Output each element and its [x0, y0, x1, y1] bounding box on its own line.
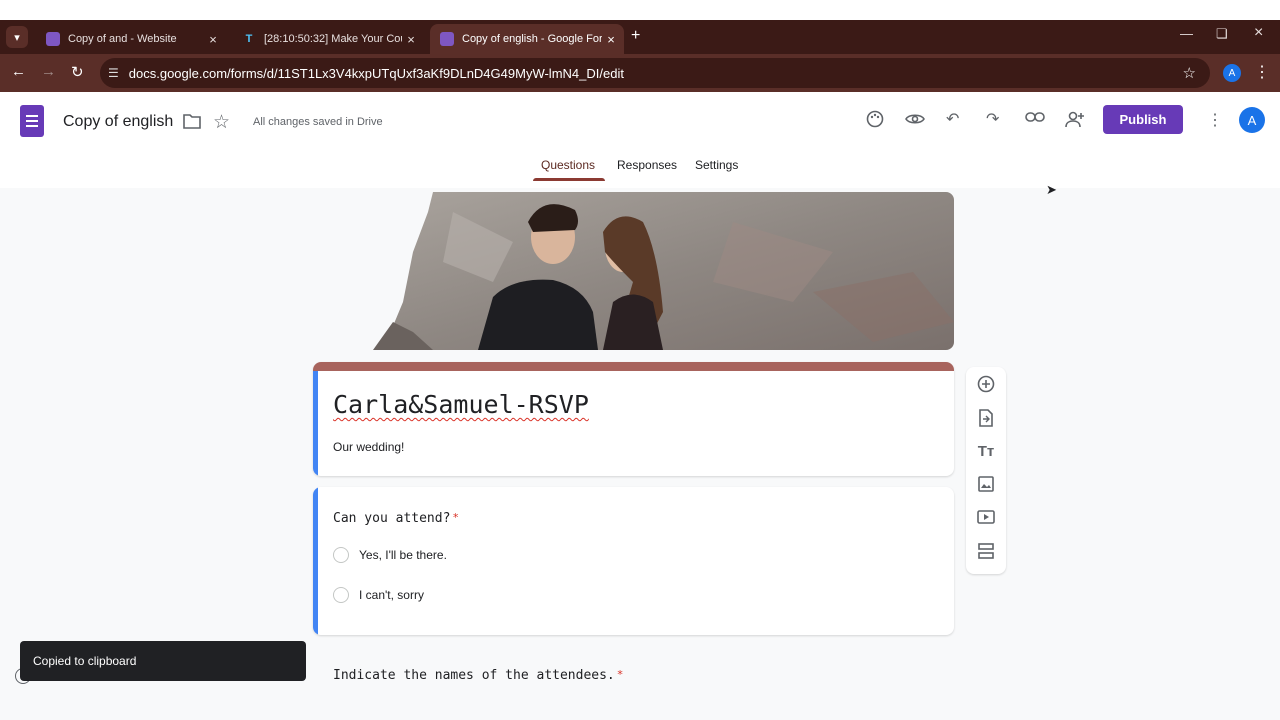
- option-label: Yes, I'll be there.: [359, 548, 447, 562]
- tab-title: [28:10:50:32] Make Your Countdown: [264, 33, 402, 45]
- add-image-icon[interactable]: [976, 474, 996, 494]
- browser-tab[interactable]: T [28:10:50:32] Make Your Countdown ×: [232, 24, 424, 54]
- url-bar[interactable]: ☰ docs.google.com/forms/d/11ST1Lx3V4kxpU…: [100, 58, 1210, 88]
- star-icon[interactable]: ☆: [213, 111, 230, 134]
- browser-tab[interactable]: Copy of and - Website ×: [36, 24, 226, 54]
- snackbar-toast: Copied to clipboard: [20, 641, 306, 681]
- forms-header: Copy of english ☆ All changes saved in D…: [0, 92, 1280, 188]
- browser-profile-avatar[interactable]: A: [1223, 64, 1241, 82]
- google-forms-logo-icon[interactable]: [20, 105, 44, 137]
- form-title-card[interactable]: Carla&Samuel-RSVP Our wedding!: [313, 362, 954, 476]
- floating-toolbar: Tт: [966, 367, 1006, 574]
- add-section-icon[interactable]: [976, 541, 996, 561]
- browser-tab-bar: ▾ Copy of and - Website × T [28:10:50:32…: [0, 20, 1280, 54]
- form-description[interactable]: Our wedding!: [333, 440, 404, 454]
- site-info-icon[interactable]: ☰: [108, 66, 119, 80]
- required-asterisk: *: [616, 668, 624, 681]
- close-tab-icon[interactable]: ×: [204, 32, 222, 47]
- top-strip: [0, 0, 1280, 20]
- url-text: docs.google.com/forms/d/11ST1Lx3V4kxpUTq…: [128, 65, 624, 81]
- add-title-icon[interactable]: Tт: [976, 441, 996, 461]
- question-text: Indicate the names of the attendees.: [333, 668, 615, 683]
- save-status: All changes saved in Drive: [253, 116, 383, 128]
- question-card[interactable]: Can you attend? * Yes, I'll be there. I c…: [313, 487, 954, 635]
- tab-settings[interactable]: Settings: [695, 158, 738, 172]
- focus-indicator: [313, 371, 318, 476]
- close-window-icon[interactable]: ×: [1254, 24, 1263, 42]
- forward-icon[interactable]: →: [41, 63, 56, 80]
- theme-header-bar: [313, 362, 954, 371]
- import-questions-icon[interactable]: [976, 408, 996, 428]
- t-icon: T: [245, 33, 253, 45]
- customize-theme-icon[interactable]: [866, 110, 884, 133]
- copy-link-icon[interactable]: [1025, 110, 1045, 129]
- close-tab-icon[interactable]: ×: [402, 32, 420, 47]
- snackbar-message: Copied to clipboard: [33, 654, 137, 668]
- back-icon[interactable]: ←: [11, 63, 26, 80]
- preview-eye-icon[interactable]: [905, 111, 925, 132]
- close-tab-icon[interactable]: ×: [602, 32, 620, 47]
- browser-tab-active[interactable]: Copy of english - Google Forms ×: [430, 24, 624, 54]
- undo-icon[interactable]: ↶: [946, 109, 959, 129]
- radio-option[interactable]: Yes, I'll be there.: [333, 547, 447, 563]
- question-text: Can you attend?: [333, 511, 451, 526]
- required-asterisk: *: [452, 511, 460, 524]
- bookmark-star-icon[interactable]: ☆: [1183, 64, 1196, 82]
- publish-button[interactable]: Publish: [1103, 105, 1183, 134]
- radio-option[interactable]: I can't, sorry: [333, 587, 424, 603]
- tab-title: Copy of and - Website: [68, 33, 177, 45]
- add-video-icon[interactable]: [976, 507, 996, 527]
- move-to-folder-icon[interactable]: [183, 113, 201, 134]
- restore-icon[interactable]: ❏: [1216, 26, 1228, 42]
- add-question-icon[interactable]: [976, 374, 996, 394]
- more-options-icon[interactable]: ⋮: [1207, 110, 1223, 130]
- redo-icon[interactable]: ↷: [986, 109, 999, 129]
- minimize-icon[interactable]: —: [1180, 26, 1193, 41]
- add-collaborators-icon[interactable]: [1065, 110, 1085, 133]
- browser-menu-icon[interactable]: ⋮: [1254, 62, 1270, 82]
- google-forms-icon: [440, 32, 454, 46]
- question-title[interactable]: Can you attend? *: [333, 511, 459, 526]
- question-title-attendees[interactable]: Indicate the names of the attendees. *: [333, 668, 623, 683]
- google-sites-icon: [46, 32, 60, 46]
- reload-icon[interactable]: ↻: [71, 63, 84, 81]
- mouse-cursor-icon: ➤: [1046, 182, 1057, 197]
- account-avatar[interactable]: A: [1239, 107, 1265, 133]
- focus-indicator: [313, 487, 318, 635]
- address-bar-area: ← → ↻ ☰ docs.google.com/forms/d/11ST1Lx3…: [0, 54, 1280, 92]
- document-title[interactable]: Copy of english: [63, 113, 173, 131]
- tab-title: Copy of english - Google Forms: [462, 33, 602, 45]
- tab-questions[interactable]: Questions: [541, 158, 595, 172]
- form-tabs: Questions Responses Settings: [0, 158, 1280, 188]
- header-image: [313, 192, 954, 350]
- new-tab-icon[interactable]: +: [631, 27, 640, 45]
- form-title[interactable]: Carla&Samuel-RSVP: [333, 390, 589, 419]
- active-tab-indicator: [533, 178, 605, 181]
- tab-responses[interactable]: Responses: [617, 158, 677, 172]
- tab-search-button[interactable]: ▾: [6, 26, 28, 48]
- option-label: I can't, sorry: [359, 588, 424, 602]
- radio-button[interactable]: [333, 547, 349, 563]
- radio-button[interactable]: [333, 587, 349, 603]
